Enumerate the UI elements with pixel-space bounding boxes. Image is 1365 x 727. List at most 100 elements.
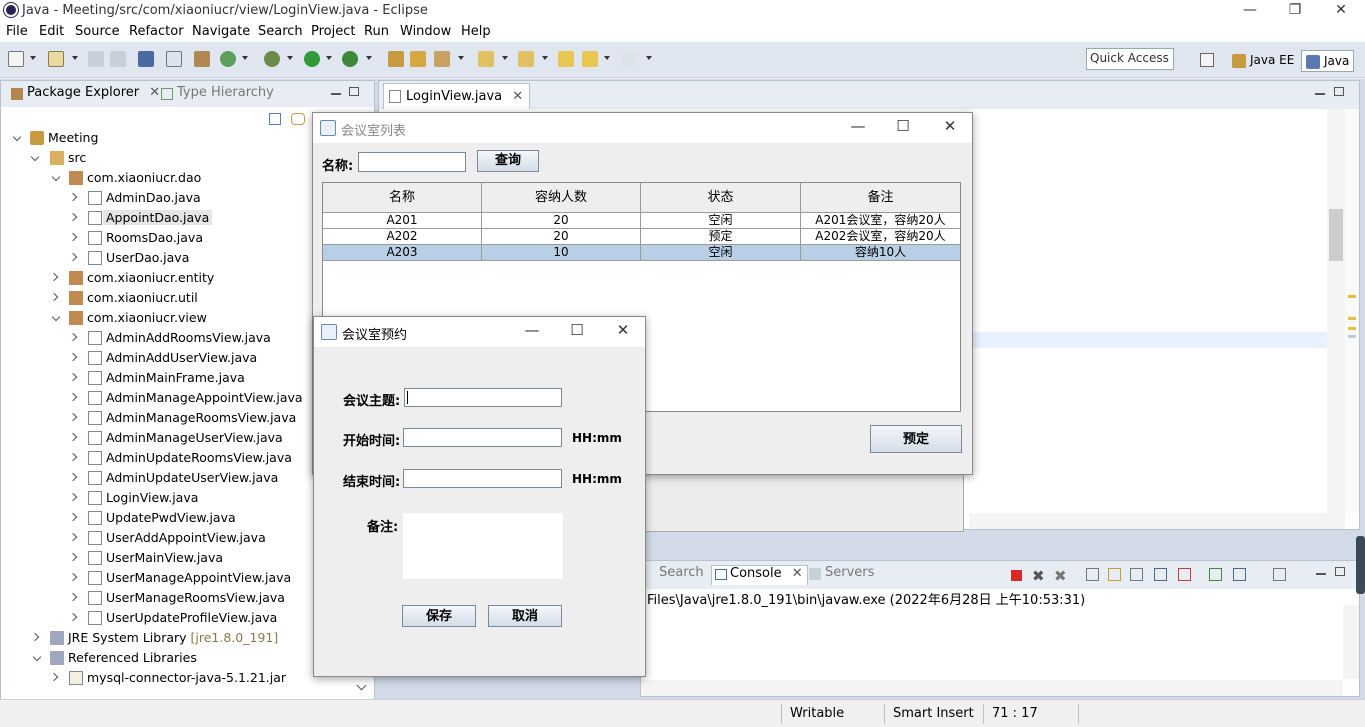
tab-package-explorer[interactable]: Package Explorer ✕	[9, 85, 160, 105]
tree-item[interactable]: AdminUpdateUserView.java	[68, 469, 278, 489]
tree-item[interactable]: Referenced Libraries	[32, 649, 197, 669]
next-annotation-icon[interactable]	[478, 51, 494, 67]
maximize-button[interactable]: ☐	[562, 321, 592, 343]
clear-console-icon[interactable]	[1086, 568, 1099, 581]
table-header[interactable]: 容纳人数	[482, 183, 641, 213]
tree-item[interactable]: Meeting	[12, 129, 98, 149]
table-row[interactable]: A203 10 空闲 容纳10人	[323, 245, 960, 261]
open-console-icon[interactable]	[1273, 568, 1286, 581]
tree-item[interactable]: UserMainView.java	[68, 549, 223, 569]
maximize-view-icon[interactable]	[1335, 567, 1345, 576]
tree-item[interactable]: UserManageRoomsView.java	[68, 589, 285, 609]
close-icon[interactable]: ✕	[792, 566, 803, 581]
show-stdout-icon[interactable]	[1154, 568, 1167, 581]
tree-item[interactable]: AdminManageAppointView.java	[68, 389, 303, 409]
tree-item[interactable]: AdminAddRoomsView.java	[68, 329, 271, 349]
tree-item[interactable]: AppointDao.java	[68, 209, 213, 229]
tree-item[interactable]: UpdatePwdView.java	[68, 509, 236, 529]
menu-window[interactable]: Window	[400, 24, 451, 39]
menu-source[interactable]: Source	[75, 24, 120, 39]
display-console-icon[interactable]	[1233, 568, 1246, 581]
table-header[interactable]: 名称	[323, 183, 482, 213]
name-input[interactable]	[358, 152, 466, 172]
skip-breakpoints-icon[interactable]	[166, 51, 182, 67]
collapse-all-icon[interactable]	[269, 113, 281, 125]
pin-console-icon[interactable]	[1209, 568, 1222, 581]
close-button[interactable]: ✕	[608, 321, 638, 343]
remove-launch-icon[interactable]: ✖	[1032, 567, 1045, 585]
menu-refactor[interactable]: Refactor	[129, 24, 184, 39]
maximize-button[interactable]: ☐	[888, 117, 918, 139]
table-row[interactable]: A201 20 空闲 A201会议室，容纳20人	[323, 213, 960, 229]
perspective-javaee[interactable]: Java EE	[1228, 50, 1298, 72]
minimize-button[interactable]: —	[517, 321, 547, 343]
tree-item[interactable]: com.xiaoniucr.view	[51, 309, 207, 329]
prev-annotation-icon[interactable]	[518, 51, 534, 67]
tree-item[interactable]: com.xiaoniucr.dao	[51, 169, 201, 189]
save-icon[interactable]	[88, 51, 104, 67]
open-task-icon[interactable]	[410, 51, 426, 67]
new-icon[interactable]	[8, 51, 24, 67]
restore-button[interactable]: ❐	[1272, 2, 1318, 20]
tree-item[interactable]: JRE System Library [jre1.8.0_191]	[30, 629, 278, 649]
horizontal-scrollbar[interactable]	[969, 513, 1345, 529]
tab-servers[interactable]: Servers	[807, 565, 874, 585]
debug-icon[interactable]	[264, 51, 280, 67]
maximize-view-icon[interactable]	[1334, 87, 1344, 96]
menu-file[interactable]: File	[6, 24, 28, 39]
console-vertical-scrollbar[interactable]	[1343, 605, 1359, 679]
note-textarea[interactable]	[403, 513, 563, 579]
tree-item[interactable]: AdminDao.java	[68, 189, 201, 209]
tab-console[interactable]: Console ✕	[711, 565, 808, 585]
tab-search[interactable]: Search	[641, 565, 704, 585]
start-time-input[interactable]	[403, 428, 562, 447]
warning-marker[interactable]	[1348, 327, 1356, 330]
scroll-down-icon[interactable]	[356, 680, 367, 691]
table-header[interactable]: 状态	[641, 183, 801, 213]
table-row[interactable]: A202 20 预定 A202会议室，容纳20人	[323, 229, 960, 245]
scroll-thumb[interactable]	[1329, 209, 1343, 261]
forward-icon[interactable]	[622, 51, 638, 67]
tree-item[interactable]: com.xiaoniucr.entity	[49, 269, 214, 289]
run-external-icon[interactable]	[342, 51, 358, 67]
menu-run[interactable]: Run	[364, 24, 389, 39]
save-all-icon[interactable]	[110, 51, 126, 67]
tree-item[interactable]: AdminMainFrame.java	[68, 369, 245, 389]
tree-item[interactable]: UserDao.java	[68, 249, 189, 269]
menu-project[interactable]: Project	[311, 24, 355, 39]
terminal-icon[interactable]	[138, 51, 154, 67]
table-header[interactable]: 备注	[801, 183, 960, 213]
word-wrap-icon[interactable]	[1130, 568, 1143, 581]
run-icon[interactable]	[304, 51, 320, 67]
maximize-view-icon[interactable]	[349, 87, 359, 96]
menu-search[interactable]: Search	[258, 24, 303, 39]
save-button[interactable]: 保存	[402, 605, 476, 627]
close-button[interactable]: ✕	[1318, 2, 1364, 20]
close-icon[interactable]: ✕	[512, 89, 523, 104]
menu-edit[interactable]: Edit	[39, 24, 64, 39]
book-button[interactable]: 预定	[870, 425, 962, 453]
link-editor-icon[interactable]	[291, 113, 305, 125]
menu-help[interactable]: Help	[461, 24, 491, 39]
minimize-button[interactable]: —	[1227, 2, 1273, 20]
console-horizontal-scrollbar[interactable]	[641, 680, 1343, 696]
scroll-lock-icon[interactable]	[1108, 568, 1121, 581]
last-edit-icon[interactable]	[558, 51, 574, 67]
tree-item[interactable]: RoomsDao.java	[68, 229, 203, 249]
search-button[interactable]: 查询	[477, 150, 539, 172]
minimize-view-icon[interactable]	[1315, 93, 1325, 95]
tab-loginview[interactable]: LoginView.java ✕	[383, 83, 531, 109]
show-stderr-icon[interactable]	[1178, 568, 1191, 581]
tree-item[interactable]: LoginView.java	[68, 489, 198, 509]
tree-item[interactable]: mysql-connector-java-5.1.21.jar	[49, 669, 286, 689]
warning-marker[interactable]	[1348, 295, 1356, 298]
tree-item[interactable]: AdminManageRoomsView.java	[68, 409, 296, 429]
tree-item[interactable]: UserManageAppointView.java	[68, 569, 291, 589]
refresh-icon[interactable]	[220, 51, 236, 67]
close-button[interactable]: ✕	[935, 117, 965, 139]
tab-type-hierarchy[interactable]: Type Hierarchy	[159, 85, 274, 105]
end-time-input[interactable]	[403, 469, 562, 488]
tree-item[interactable]: AdminAddUserView.java	[68, 349, 257, 369]
tree-item[interactable]: src	[30, 149, 86, 169]
menu-navigate[interactable]: Navigate	[192, 24, 250, 39]
